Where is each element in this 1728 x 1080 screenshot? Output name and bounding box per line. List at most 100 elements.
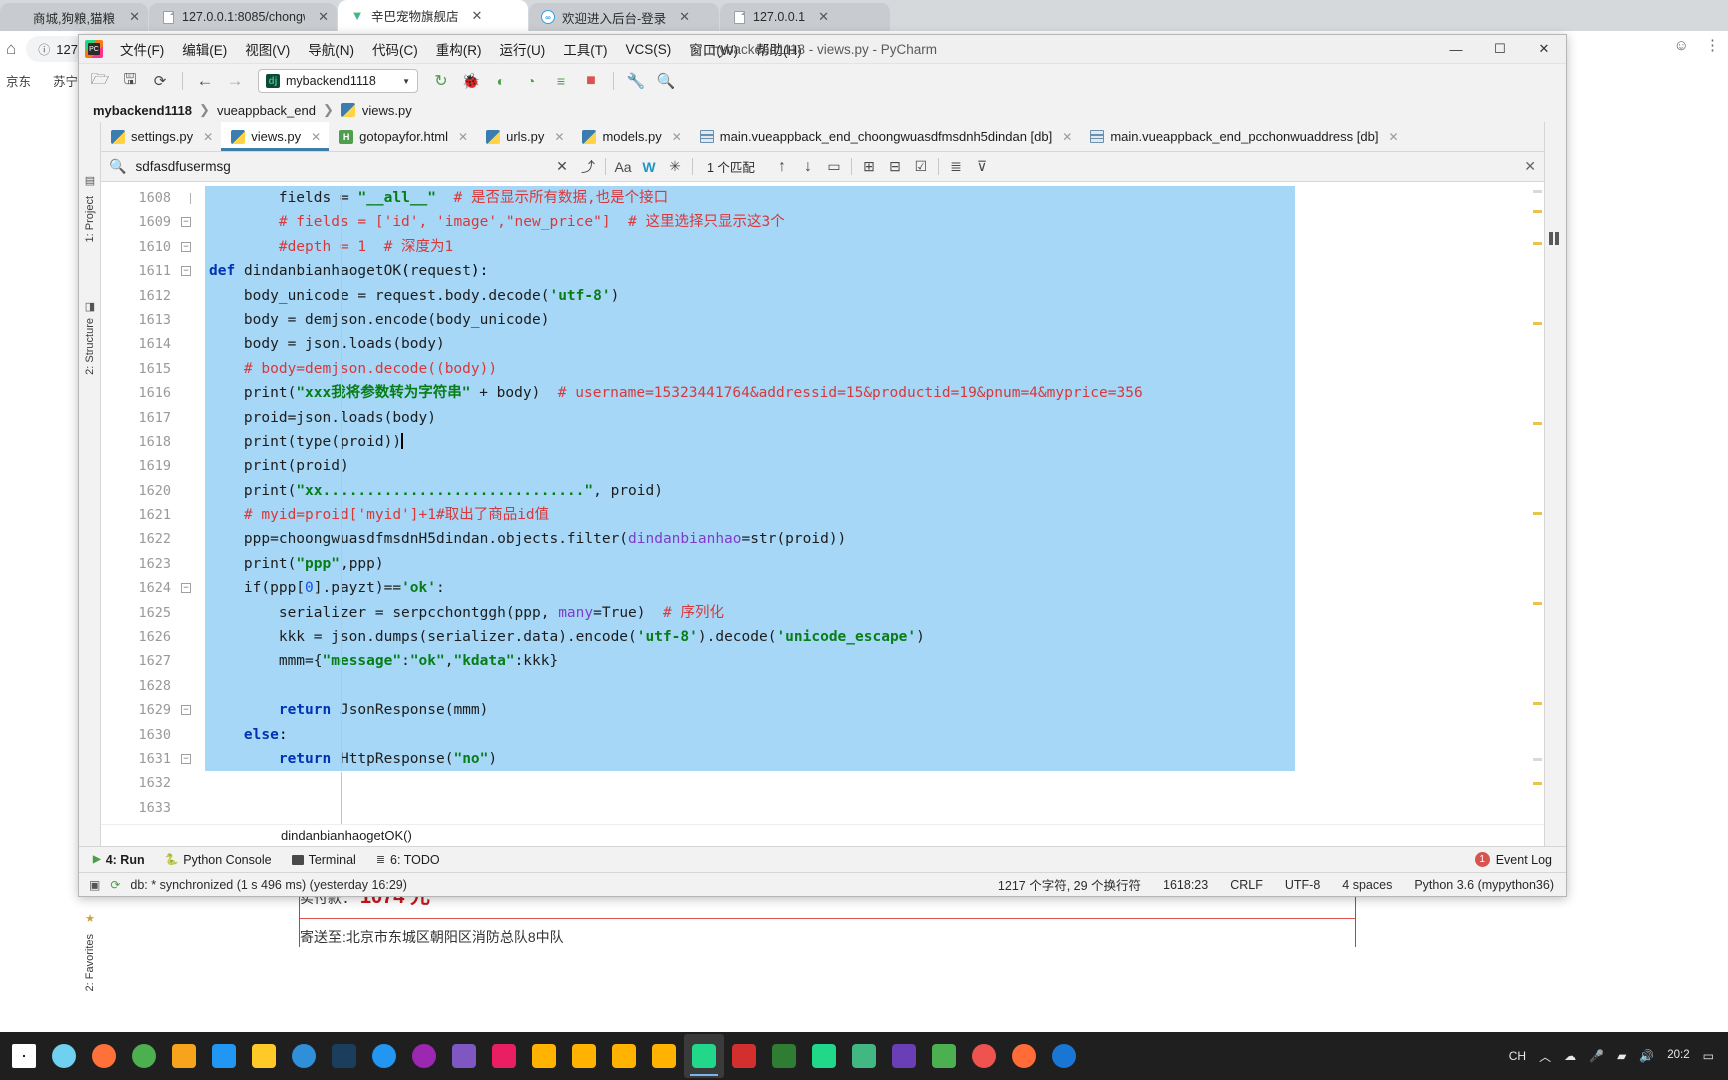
menu-item-7[interactable]: 工具(T)	[554, 35, 616, 63]
taskbar-idea-icon[interactable]	[884, 1034, 924, 1078]
browser-tab-3[interactable]: ∞ 欢迎进入后台-登录 ✕	[529, 3, 719, 31]
code-line[interactable]: body_unicode = request.body.decode('utf-…	[205, 284, 1544, 308]
taskbar-hbuilder-icon[interactable]	[924, 1034, 964, 1078]
python-interpreter[interactable]: Python 3.6 (mypython36)	[1414, 878, 1554, 892]
maximize-button[interactable]: ☐	[1478, 35, 1522, 64]
hide-tool-windows-icon[interactable]: ▣	[89, 878, 100, 892]
code-line[interactable]: # body=demjson.decode((body))	[205, 357, 1544, 381]
tool-window-todo[interactable]: ≣ 6: TODO	[376, 853, 440, 867]
ime-indicator[interactable]: CH	[1509, 1049, 1526, 1063]
taskbar-windows-store-icon[interactable]	[164, 1034, 204, 1078]
close-find-icon[interactable]: ✕	[1524, 158, 1536, 175]
breadcrumb-project[interactable]: mybackend1118	[93, 103, 192, 118]
fold-region-icon[interactable]	[190, 193, 191, 204]
sidebar-item-project[interactable]: 1: Project	[84, 196, 96, 242]
taskbar-firefox-icon[interactable]	[84, 1034, 124, 1078]
code-line[interactable]: else:	[205, 723, 1544, 747]
code-line[interactable]: # myid=proid['myid']+1#取出了商品id值	[205, 503, 1544, 527]
taskbar-navicat-icon[interactable]	[764, 1034, 804, 1078]
next-match-icon[interactable]: ↓	[795, 155, 821, 179]
code-line[interactable]: def dindanbianhaogetOK(request):	[205, 259, 1544, 283]
taskbar-search-icon[interactable]	[44, 1034, 84, 1078]
close-button[interactable]: ✕	[1522, 35, 1566, 64]
menu-item-10[interactable]: 帮助(H)	[747, 35, 811, 63]
select-all-icon[interactable]: ▭	[821, 155, 847, 179]
taskbar-folder3-icon[interactable]	[604, 1034, 644, 1078]
code-content[interactable]: fields = "__all__" # 是否显示所有数据,也是个接口 # fi…	[205, 182, 1544, 824]
clear-search-icon[interactable]: ✕	[549, 155, 575, 179]
code-line[interactable]: print("xxx我将参数转为字符串" + body) # username=…	[205, 381, 1544, 405]
editor-tab-close-icon[interactable]: ✕	[1062, 130, 1072, 144]
back-arrow-icon[interactable]: ←	[192, 68, 218, 94]
fold-marker-icon[interactable]: −	[181, 217, 191, 228]
code-line[interactable]: proid=json.loads(body)	[205, 406, 1544, 430]
run-with-coverage-icon[interactable]: ◐	[488, 68, 514, 94]
editor-tab-2[interactable]: Hgotopayfor.html ✕	[329, 122, 476, 151]
line-separator[interactable]: CRLF	[1230, 878, 1263, 892]
taskbar-chrome2-icon[interactable]	[964, 1034, 1004, 1078]
editor-tab-5[interactable]: main.vueappback_end_choongwuasdfmsdnh5di…	[690, 122, 1081, 151]
code-editor[interactable]: 1608−1609−1610−1611 1612 1613 1614 1615 1616 1…	[101, 182, 1544, 824]
taskbar-folder2-icon[interactable]	[564, 1034, 604, 1078]
filter-icon[interactable]: ⊽	[969, 155, 995, 179]
exclude-icon[interactable]: ☑	[908, 155, 934, 179]
taskbar-photoshop-icon[interactable]	[324, 1034, 364, 1078]
taskbar-browser2-icon[interactable]	[404, 1034, 444, 1078]
tool-window-python-console[interactable]: 🐍 Python Console	[165, 853, 272, 867]
remove-icon[interactable]: ⊟	[882, 155, 908, 179]
code-line[interactable]: print(proid)	[205, 454, 1544, 478]
tray-volume-icon[interactable]: 🔊	[1639, 1049, 1654, 1063]
browser-menu-icon[interactable]: ⋮	[1705, 36, 1720, 54]
editor-tab-close-icon[interactable]: ✕	[1388, 130, 1398, 144]
menu-item-0[interactable]: 文件(F)	[111, 35, 173, 63]
browser-tab-2[interactable]: ▼ 辛巴宠物旗舰店 ✕	[338, 0, 528, 31]
editor-tab-6[interactable]: main.vueappback_end_pcchonwuaddress [db]…	[1080, 122, 1406, 151]
code-line[interactable]: #depth = 1 # 深度为1	[205, 235, 1544, 259]
breadcrumb-package[interactable]: vueappback_end	[217, 103, 316, 118]
whole-words-icon[interactable]: W	[636, 155, 662, 179]
taskbar-folder4-icon[interactable]	[644, 1034, 684, 1078]
code-line[interactable]: print("xx.............................."…	[205, 479, 1544, 503]
event-log-button[interactable]: 1 Event Log	[1474, 852, 1566, 867]
code-line[interactable]: kkk = json.dumps(serializer.data).encode…	[205, 625, 1544, 649]
tool-window-run[interactable]: ▶ 4: Run	[93, 853, 145, 867]
code-line[interactable]: if(ppp[0].payzt)=='ok':	[205, 576, 1544, 600]
taskbar-folder1-icon[interactable]	[524, 1034, 564, 1078]
taskbar-vscode-icon[interactable]	[204, 1034, 244, 1078]
save-icon[interactable]: 🖫	[117, 68, 143, 94]
taskbar-pycharm2-icon[interactable]	[804, 1034, 844, 1078]
run-configuration-selector[interactable]: dj mybackend1118 ▼	[258, 69, 418, 93]
caret-position[interactable]: 1618:23	[1163, 878, 1208, 892]
wrench-icon[interactable]: 🔧	[623, 68, 649, 94]
menu-item-4[interactable]: 代码(C)	[363, 35, 427, 63]
taskbar-ie-icon[interactable]	[1044, 1034, 1084, 1078]
code-line[interactable]: # fields = ['id', 'image',"new_price"] #…	[205, 210, 1544, 234]
taskbar-chart-icon[interactable]	[484, 1034, 524, 1078]
profile-icon[interactable]: ◔	[518, 68, 544, 94]
project-tool-icon[interactable]: ▤	[83, 174, 97, 188]
code-line[interactable]	[205, 674, 1544, 698]
indent-setting[interactable]: 4 spaces	[1342, 878, 1392, 892]
code-line[interactable]	[205, 796, 1544, 820]
star-icon[interactable]: ★	[83, 912, 97, 926]
file-encoding[interactable]: UTF-8	[1285, 878, 1320, 892]
forward-arrow-icon[interactable]: →	[222, 68, 248, 94]
taskbar-edge-icon[interactable]	[284, 1034, 324, 1078]
fold-marker-icon[interactable]: −	[181, 753, 191, 764]
taskbar-vue-devtools-icon[interactable]	[844, 1034, 884, 1078]
editor-tab-3[interactable]: urls.py ✕	[476, 122, 572, 151]
editor-tab-close-icon[interactable]: ✕	[672, 130, 682, 144]
stop-icon[interactable]: ■	[578, 68, 604, 94]
sidebar-item-structure[interactable]: 2: Structure	[84, 318, 96, 375]
profile-avatar-icon[interactable]: ☺	[1674, 37, 1689, 54]
taskbar-chrome-icon[interactable]	[124, 1034, 164, 1078]
taskbar-dingtalk-icon[interactable]	[364, 1034, 404, 1078]
sidebar-item-favorites[interactable]: 2: Favorites	[84, 934, 96, 991]
taskbar-start-button[interactable]	[4, 1034, 44, 1078]
menu-item-5[interactable]: 重构(R)	[427, 35, 491, 63]
search-input[interactable]: 🔍 sdfasdfusermsg	[109, 158, 549, 175]
structure-tool-icon[interactable]: ◨	[83, 300, 97, 314]
tray-cloud-icon[interactable]: ☁	[1564, 1049, 1576, 1063]
prev-match-icon[interactable]: ↑	[769, 155, 795, 179]
menu-item-1[interactable]: 编辑(E)	[173, 35, 236, 63]
